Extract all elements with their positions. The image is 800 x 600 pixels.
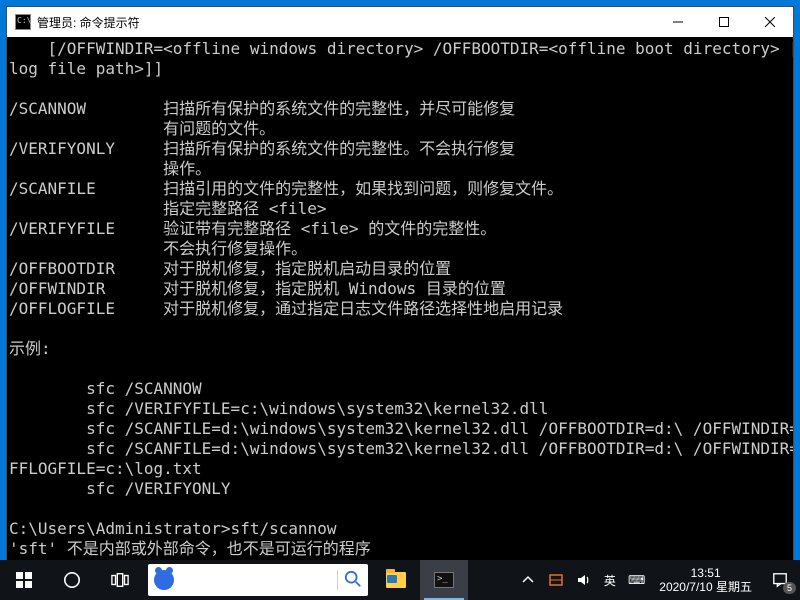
folder-icon xyxy=(386,572,406,588)
cmd-icon xyxy=(434,572,454,588)
task-view-button[interactable] xyxy=(96,560,144,600)
taskbar-search-box[interactable] xyxy=(148,564,368,596)
start-button[interactable] xyxy=(0,560,48,600)
system-tray: 英 ⌨ 13:51 2020/7/10 星期五 5 xyxy=(514,560,800,600)
tray-security-icon[interactable] xyxy=(542,560,570,600)
window-title: 管理员: 命令提示符 xyxy=(37,14,655,31)
maximize-button[interactable] xyxy=(701,7,747,37)
terminal-output[interactable]: [/OFFWINDIR=<offline windows directory> … xyxy=(7,37,793,561)
taskbar-clock[interactable]: 13:51 2020/7/10 星期五 xyxy=(651,566,760,594)
ime-keyboard-icon[interactable]: ⌨ xyxy=(622,560,651,600)
taskbar-cmd[interactable] xyxy=(420,560,468,600)
taskbar: 英 ⌨ 13:51 2020/7/10 星期五 5 xyxy=(0,560,800,600)
taskbar-file-explorer[interactable] xyxy=(372,560,420,600)
baidu-paw-icon xyxy=(154,570,174,590)
minimize-button[interactable] xyxy=(655,7,701,37)
close-button[interactable] xyxy=(747,7,793,37)
search-icon xyxy=(344,570,362,591)
cmd-app-icon xyxy=(15,14,31,30)
titlebar[interactable]: 管理员: 命令提示符 xyxy=(7,7,793,37)
tray-volume-icon[interactable] xyxy=(570,560,598,600)
ime-indicator[interactable]: 英 xyxy=(598,560,622,600)
tray-overflow-button[interactable] xyxy=(514,560,542,600)
clock-time: 13:51 xyxy=(691,566,721,580)
cortana-button[interactable] xyxy=(48,560,96,600)
clock-date: 2020/7/10 星期五 xyxy=(659,580,752,594)
action-center-button[interactable]: 5 xyxy=(760,560,800,600)
cmd-window: 管理员: 命令提示符 [/OFFWINDIR=<offline windows … xyxy=(6,6,794,562)
notification-badge: 5 xyxy=(783,582,796,594)
